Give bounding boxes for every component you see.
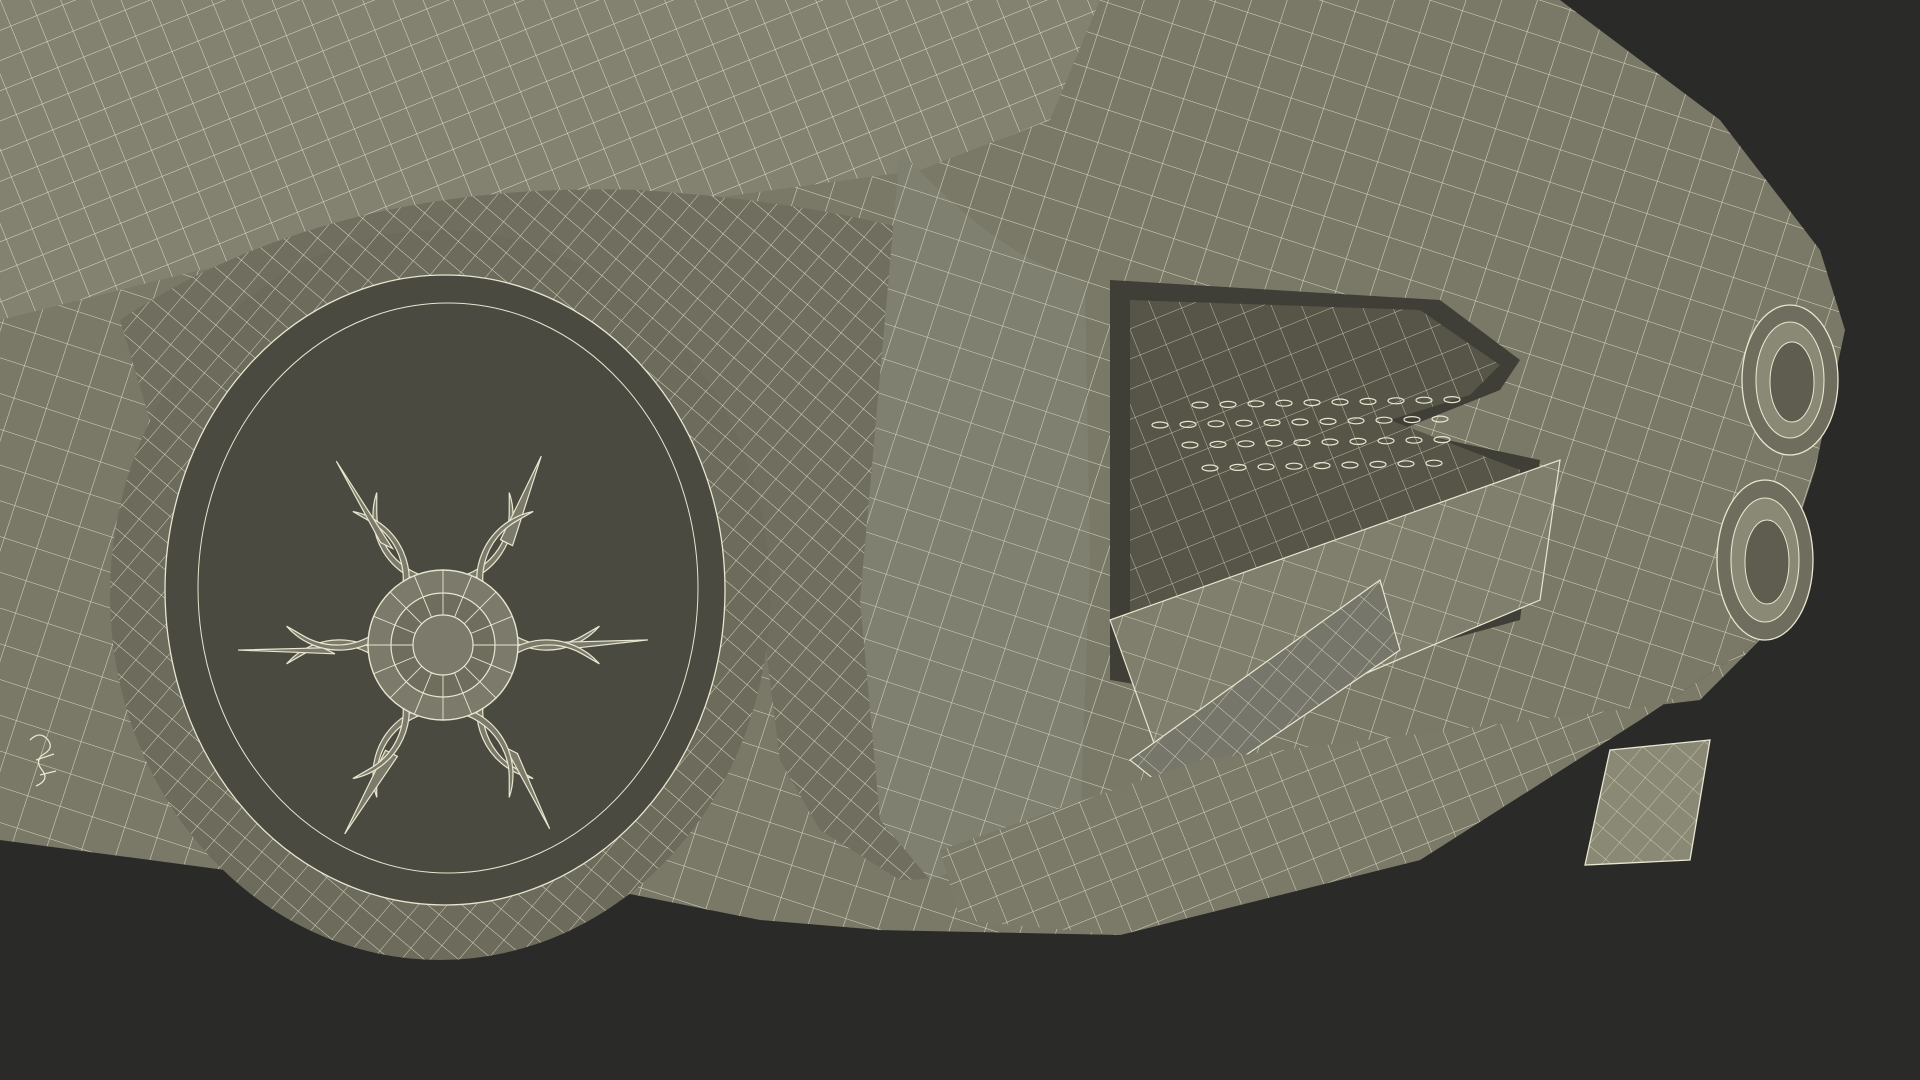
wireframe-render xyxy=(0,0,1920,1080)
tail-light-upper xyxy=(1741,304,1839,456)
wheel-hub xyxy=(367,569,519,721)
tail-light-lower xyxy=(1716,479,1814,641)
render-viewport xyxy=(0,0,1920,1080)
